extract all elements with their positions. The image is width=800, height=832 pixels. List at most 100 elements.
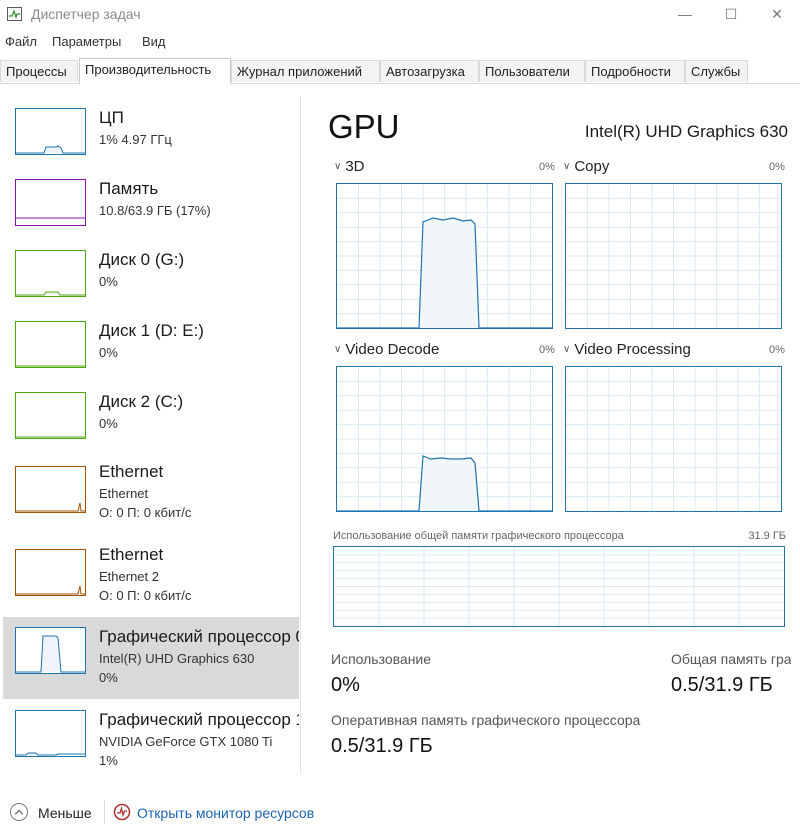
sidebar-item-detail: Intel(R) UHD Graphics 630 [99,651,255,666]
minimize-button[interactable]: — [662,0,708,28]
shared-memory-stat-label: Общая память графического процессора [671,651,791,667]
sidebar-item-status: О: 0 П: 0 кбит/с [99,505,192,520]
sidebar-item-8[interactable]: Графический процессор 1 NVIDIA GeForce GT… [3,700,299,770]
sidebar-thumbnail [15,179,86,226]
engine-graph-3d [336,183,553,329]
sidebar-sparkline-series [16,635,85,673]
sidebar-sparkline [16,145,85,154]
sidebar-item-status: 1% [99,753,118,768]
panel-divider [300,96,301,774]
engine-graph-video-processing [565,366,782,512]
dedicated-memory-value: 0.5/31.9 ГБ [331,735,433,757]
sidebar-sparkline-series [16,291,85,296]
sidebar-thumbnail [15,466,86,513]
tab-details[interactable]: Подробности [585,60,685,82]
sidebar-item-detail: 10.8/63.9 ГБ (17%) [99,203,211,218]
sidebar-item-3[interactable]: Диск 1 (D: E:) 0% [3,311,299,381]
sidebar-item-detail: 0% [99,274,118,289]
chevron-down-icon: ∨ [334,344,342,355]
sidebar-item-name: Графический процессор 1 [99,710,299,729]
task-manager-icon [7,7,22,21]
sidebar-item-name: Графический процессор 0 [99,627,299,646]
footer-separator [104,800,105,824]
usage-value: 0% [331,674,360,696]
engine-percent-3d: 0% [539,161,555,173]
sidebar-sparkline [16,635,85,673]
sidebar-item-6[interactable]: Ethernet Ethernet 2 О: 0 П: 0 кбит/с [3,535,299,615]
chevron-down-icon: ∨ [334,161,342,172]
engine-label-video-processing[interactable]: ∨ Video Processing [563,341,691,358]
sidebar-sparkline [16,291,85,296]
sidebar-sparkline [16,585,85,595]
usage-label: Использование [331,651,432,667]
sidebar-thumbnail [15,549,86,596]
sidebar-sparkline [16,217,85,219]
sidebar-item-name: Диск 1 (D: E:) [99,321,204,340]
sidebar-thumbnail [15,321,86,368]
tab-bar: Процессы Производительность Журнал прило… [0,58,800,84]
menu-options[interactable]: Параметры [52,34,121,49]
sidebar-item-0[interactable]: ЦП 1% 4.97 ГГц [3,98,299,168]
shared-memory-max: 31.9 ГБ [748,530,786,542]
detail-gpu-model: Intel(R) UHD Graphics 630 [584,122,788,141]
sidebar-sparkline-series [16,585,85,595]
maximize-button[interactable]: ☐ [708,0,754,28]
sidebar-item-4[interactable]: Диск 2 (C:) 0% [3,382,299,452]
sidebar-item-detail: Ethernet [99,486,149,501]
footer: Меньше Открыть монитор ресурсов [0,798,800,828]
sidebar-item-name: Память [99,179,159,198]
sidebar-thumbnail [15,250,86,297]
engine-label-copy[interactable]: ∨ Copy [563,158,609,175]
tab-services[interactable]: Службы [685,60,748,82]
sidebar-item-detail: 0% [99,345,118,360]
sidebar-item-name: ЦП [99,108,124,127]
sidebar-sparkline [16,752,85,756]
engine-3d-series [337,217,552,328]
resource-monitor-icon[interactable] [113,803,131,821]
engine-graph-video-decode [336,366,553,512]
chevron-down-icon: ∨ [563,344,571,355]
close-button[interactable]: ✕ [754,0,800,28]
engine-label-3d[interactable]: ∨ 3D [334,158,365,175]
sidebar-item-detail: 0% [99,416,118,431]
chevron-up-circle-icon[interactable] [10,803,28,821]
shared-memory-stat-value: 0.5/31.9 ГБ [671,674,773,696]
sidebar-sparkline-series [16,752,85,756]
menu-view[interactable]: Вид [142,34,166,49]
open-resource-monitor-link[interactable]: Открыть монитор ресурсов [137,805,314,821]
tab-app-history[interactable]: Журнал приложений [231,60,380,82]
tab-processes[interactable]: Процессы [0,60,78,82]
engine-graph-copy [565,183,782,329]
engine-percent-video-processing: 0% [769,344,785,356]
sidebar-item-detail: 1% 4.97 ГГц [99,132,172,147]
sidebar-item-name: Ethernet [99,462,164,481]
sidebar-thumbnail [15,392,86,439]
engine-label-video-decode[interactable]: ∨ Video Decode [334,341,439,358]
sidebar-item-1[interactable]: Память 10.8/63.9 ГБ (17%) [3,169,299,239]
window-title: Диспетчер задач [31,6,141,22]
sidebar-item-2[interactable]: Диск 0 (G:) 0% [3,240,299,310]
sidebar-item-status: 0% [99,670,118,685]
sidebar-item-name: Ethernet [99,545,164,564]
sidebar-sparkline-series [16,145,85,154]
sidebar-item-status: О: 0 П: 0 кбит/с [99,588,192,603]
tab-performance[interactable]: Производительность [79,58,231,84]
engine-video-decode-series [337,455,552,511]
title-bar: Диспетчер задач — ☐ ✕ [0,0,800,30]
detail-title: GPU [328,108,400,145]
shared-memory-graph [333,546,785,627]
engine-percent-video-decode: 0% [539,344,555,356]
sidebar-item-5[interactable]: Ethernet Ethernet О: 0 П: 0 кбит/с [3,452,299,532]
sidebar-item-7[interactable]: Графический процессор 0 Intel(R) UHD Grap… [3,617,299,699]
sidebar-item-name: Диск 2 (C:) [99,392,184,411]
sidebar-item-name: Диск 0 (G:) [99,250,185,269]
sidebar-thumbnail [15,710,86,757]
tab-users[interactable]: Пользователи [479,60,585,82]
menu-file[interactable]: Файл [5,34,37,49]
fewer-details-button[interactable]: Меньше [38,805,92,821]
sidebar-sparkline [16,365,85,367]
tab-startup[interactable]: Автозагрузка [380,60,479,82]
sidebar-item-detail: Ethernet 2 [99,569,159,584]
engine-percent-copy: 0% [769,161,785,173]
sidebar-thumbnail [15,627,86,674]
